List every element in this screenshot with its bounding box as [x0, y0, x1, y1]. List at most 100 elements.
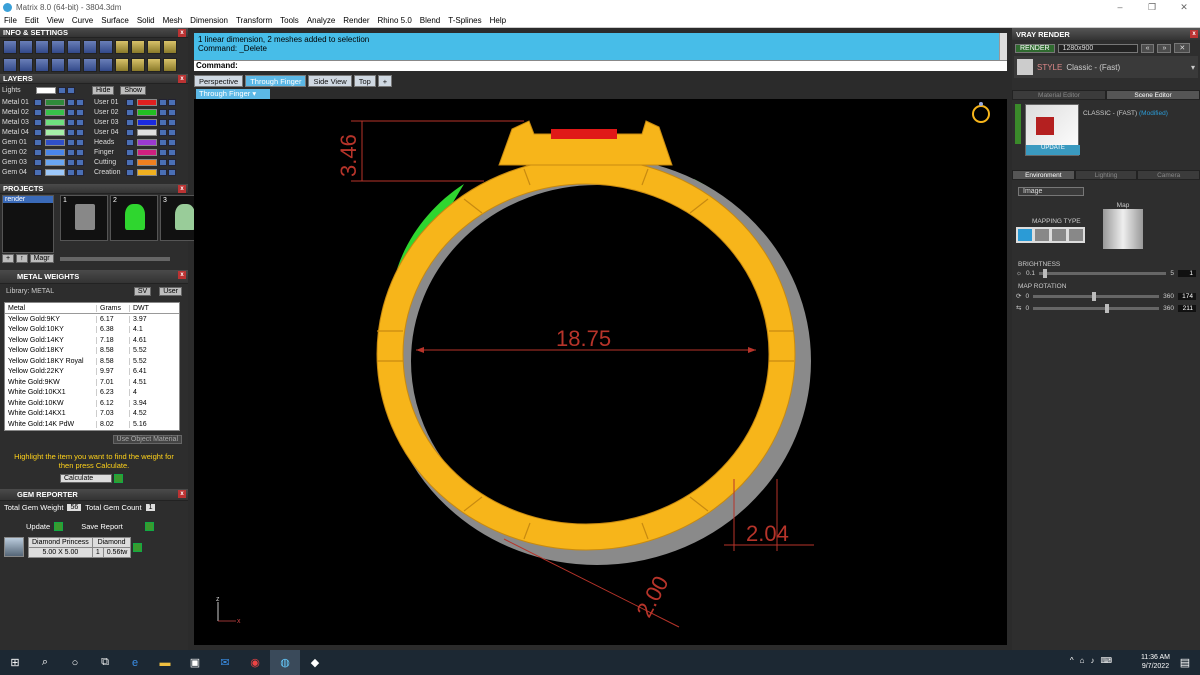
rotation-slider-2[interactable]: ⇆ 0 360 211 — [1012, 302, 1200, 314]
ring-icon[interactable] — [131, 58, 145, 72]
close-icon[interactable]: x — [178, 29, 186, 37]
visibility-icon[interactable] — [34, 158, 42, 166]
rotation-slider-1[interactable]: ⟳ 0 360 174 — [1012, 290, 1200, 302]
layer-color-swatch[interactable] — [137, 168, 157, 176]
layer-row[interactable]: Metal 04 — [2, 127, 94, 137]
zoom-slider[interactable] — [59, 256, 170, 261]
gem-table[interactable]: Diamond Princess Diamond 5.00 X 5.00 1 0.56… — [28, 536, 132, 558]
close-button[interactable]: ✕ — [1168, 0, 1200, 14]
layer-color-swatch[interactable] — [45, 118, 65, 126]
material-icon[interactable] — [168, 98, 176, 106]
table-row[interactable]: White Gold:14KX1 7.03 4.52 — [5, 409, 179, 420]
lock-icon[interactable] — [67, 148, 75, 156]
tab-lighting[interactable]: Lighting — [1074, 170, 1138, 180]
visibility-icon[interactable] — [126, 148, 134, 156]
menu-item-curve[interactable]: Curve — [68, 16, 97, 25]
settings-icon[interactable] — [3, 40, 17, 54]
folder-icon[interactable] — [67, 40, 81, 54]
visibility-icon[interactable] — [34, 128, 42, 136]
chevron-down-icon[interactable]: ▾ — [1191, 63, 1195, 72]
box-icon[interactable] — [3, 58, 17, 72]
rhino-icon[interactable]: ◆ — [300, 650, 330, 675]
update-button[interactable]: UPDATE — [1026, 145, 1080, 155]
clock[interactable]: 11:36 AM 9/7/2022 — [1141, 653, 1170, 671]
panel-icon[interactable] — [163, 40, 177, 54]
column-header[interactable]: DWT — [130, 305, 170, 312]
material-icon[interactable] — [76, 168, 84, 176]
layer-row[interactable]: Cutting — [94, 157, 186, 167]
material-icon[interactable] — [76, 128, 84, 136]
tab-scene-editor[interactable]: Scene Editor — [1106, 90, 1200, 100]
save-icon[interactable] — [51, 40, 65, 54]
cylinder-icon[interactable] — [35, 58, 49, 72]
tab-material-editor[interactable]: Material Editor — [1012, 90, 1106, 100]
visibility-icon[interactable] — [126, 108, 134, 116]
menu-item-solid[interactable]: Solid — [133, 16, 159, 25]
maximize-button[interactable]: ❐ — [1136, 0, 1168, 14]
layer-row[interactable]: Metal 03 — [2, 117, 94, 127]
lock-icon[interactable] — [67, 108, 75, 116]
shield-icon[interactable] — [67, 58, 81, 72]
layer-color-swatch[interactable] — [137, 128, 157, 136]
volume-icon[interactable]: ♪ — [1090, 656, 1094, 665]
dimension-bottom[interactable]: 2.00 — [631, 572, 673, 622]
lock-icon[interactable] — [67, 138, 75, 146]
chevron-up-icon[interactable]: ^ — [1070, 656, 1074, 665]
lock-icon[interactable] — [159, 168, 167, 176]
visibility-icon[interactable] — [126, 98, 134, 106]
lock-icon[interactable] — [67, 128, 75, 136]
project-item-render[interactable]: render — [3, 196, 53, 203]
layer-color-swatch[interactable] — [137, 158, 157, 166]
visibility-icon[interactable] — [126, 158, 134, 166]
resolution-field[interactable]: 1280x900 — [1057, 43, 1138, 53]
material-icon[interactable] — [168, 158, 176, 166]
chrome-icon[interactable]: ◉ — [240, 650, 270, 675]
rotation-1-track[interactable] — [1033, 291, 1160, 301]
layer-row[interactable]: Heads — [94, 137, 186, 147]
visibility-icon[interactable] — [34, 148, 42, 156]
prev-icon[interactable]: « — [1140, 43, 1155, 53]
layer-row[interactable]: Gem 04 — [2, 167, 94, 177]
visibility-icon[interactable] — [34, 118, 42, 126]
menu-item-help[interactable]: Help — [486, 16, 510, 25]
cursor-icon[interactable] — [115, 58, 129, 72]
rotation-2-value[interactable]: 211 — [1178, 304, 1196, 312]
calculate-button[interactable]: Calculate — [60, 473, 112, 483]
network-icon[interactable]: ⌂ — [1080, 656, 1085, 665]
layer-color-swatch[interactable] — [45, 138, 65, 146]
up-button[interactable]: ↑ — [16, 254, 28, 263]
dimension-right[interactable]: 2.04 — [746, 521, 789, 546]
brightness-track[interactable] — [1039, 269, 1167, 278]
visibility-icon[interactable] — [126, 168, 134, 176]
magr-button[interactable]: Magr — [29, 254, 54, 263]
tab-perspective[interactable]: Perspective — [194, 75, 244, 87]
sv-button[interactable]: SV — [133, 287, 152, 296]
lock-icon[interactable] — [159, 108, 167, 116]
visibility-icon[interactable] — [58, 86, 66, 94]
layer-color-swatch[interactable] — [45, 168, 65, 176]
dimension-width[interactable]: 18.75 — [556, 326, 611, 351]
tab-side-view[interactable]: Side View — [308, 75, 352, 87]
show-button[interactable]: Show — [120, 85, 146, 95]
gem-go-icon[interactable] — [133, 542, 143, 552]
ring-orientation-icon[interactable] — [972, 102, 990, 123]
menu-item-rhino-5-0[interactable]: Rhino 5.0 — [374, 16, 416, 25]
table-row[interactable]: Yellow Gold:18KY 8.58 5.52 — [5, 346, 179, 357]
visibility-icon[interactable] — [126, 128, 134, 136]
menu-item-edit[interactable]: Edit — [21, 16, 43, 25]
lock-icon[interactable] — [159, 148, 167, 156]
rotation-2-track[interactable] — [1033, 303, 1160, 313]
sphere-map-icon[interactable] — [1069, 229, 1083, 241]
table-row[interactable]: Yellow Gold:9KY 6.17 3.97 — [5, 314, 179, 325]
material-icon[interactable] — [76, 158, 84, 166]
viewport[interactable]: 18.75 3.46 2.04 2.00 z x — [194, 99, 1007, 645]
layer-color-swatch[interactable] — [45, 128, 65, 136]
hide-button[interactable]: Hide — [92, 85, 115, 95]
layer-color-swatch[interactable] — [137, 118, 157, 126]
lock-icon[interactable] — [67, 98, 75, 106]
viewport-label[interactable]: Through Finger ▾ — [196, 89, 271, 99]
table-row[interactable]: White Gold:10KX1 6.23 4 — [5, 388, 179, 399]
menu-item-transform[interactable]: Transform — [232, 16, 276, 25]
material-icon[interactable] — [168, 138, 176, 146]
save-report-button[interactable] — [144, 521, 154, 531]
